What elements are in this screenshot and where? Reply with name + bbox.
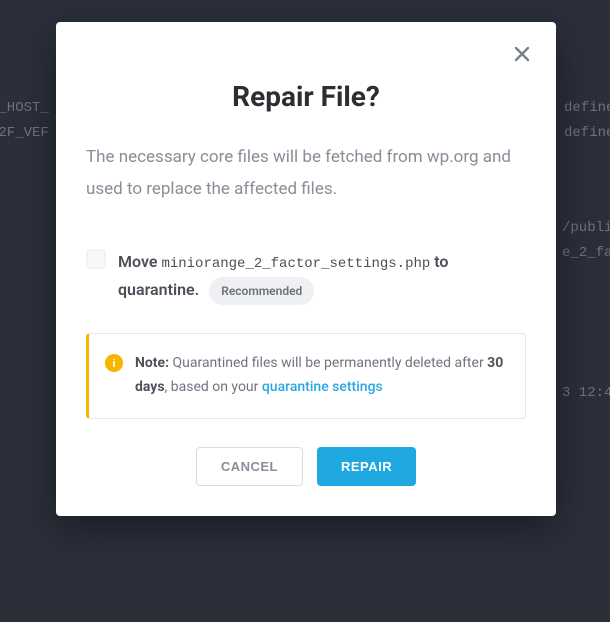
bg-code-text: define xyxy=(564,100,610,116)
bg-code-text: 3 12:42 xyxy=(562,385,610,401)
note-fragment: Quarantined files will be permanently de… xyxy=(169,355,487,371)
note-box: i Note: Quarantined files will be perman… xyxy=(86,333,526,419)
quarantine-checkbox[interactable] xyxy=(86,249,106,269)
quarantine-settings-link[interactable]: quarantine settings xyxy=(262,379,383,395)
modal-description: The necessary core files will be fetched… xyxy=(86,141,526,206)
info-icon: i xyxy=(105,354,123,372)
bg-code-text: e_2_fac xyxy=(562,245,610,261)
bg-code-text: define xyxy=(564,125,610,141)
label-prefix: Move xyxy=(118,252,161,271)
bg-code-text: D2F_VEF xyxy=(0,125,49,141)
bg-code-text: D_HOST_ xyxy=(0,100,49,116)
modal-title: Repair File? xyxy=(86,80,526,113)
bg-code-text: /public xyxy=(562,220,610,236)
quarantine-option-row: Move miniorange_2_factor_settings.php to… xyxy=(86,248,526,306)
close-icon[interactable] xyxy=(504,36,540,72)
repair-file-modal: Repair File? The necessary core files wi… xyxy=(56,22,556,516)
cancel-button[interactable]: CANCEL xyxy=(196,447,303,486)
quarantine-checkbox-label: Move miniorange_2_factor_settings.php to… xyxy=(118,248,526,306)
button-row: CANCEL REPAIR xyxy=(86,447,526,486)
note-fragment: , based on your xyxy=(165,379,262,395)
recommended-badge: Recommended xyxy=(209,277,314,305)
note-label: Note: xyxy=(135,355,169,371)
repair-button[interactable]: REPAIR xyxy=(317,447,416,486)
note-text: Note: Quarantined files will be permanen… xyxy=(135,352,507,400)
filename: miniorange_2_factor_settings.php xyxy=(161,256,430,272)
